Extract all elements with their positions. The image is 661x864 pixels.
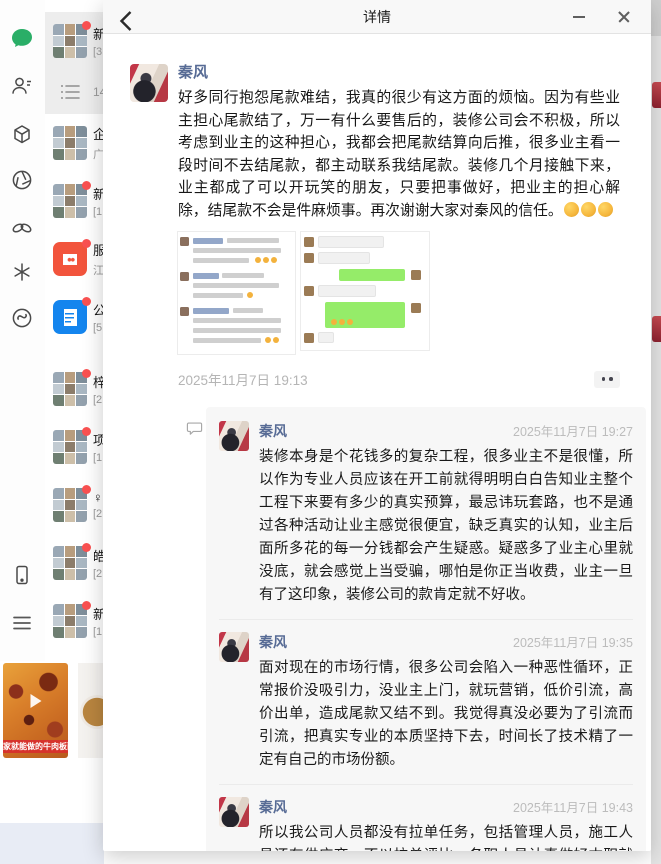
post: 秦风 好多同行抱怨尾款难结，我真的很少有这方面的烦恼。因为有些业主担心尾款结了，… (130, 64, 651, 389)
more-options-button[interactable] (594, 370, 620, 388)
phone-icon[interactable] (10, 563, 34, 587)
moments-aperture-icon[interactable] (10, 168, 34, 192)
background-window-titlebar-sliver (651, 0, 661, 36)
chat-preview: [2 (93, 508, 103, 520)
dialog-header: 详情 (103, 0, 651, 34)
chat-avatar (53, 181, 91, 218)
post-text-content: 好多同行抱怨尾款难结，我真的很少有这方面的烦恼。因为有些业主担心尾款结了，万一有… (178, 90, 620, 219)
chat-avatar (53, 297, 91, 334)
chat-row-texts: ♀ [2 (93, 490, 103, 520)
close-button[interactable] (607, 0, 641, 34)
service-app-icon (53, 242, 87, 276)
video-thumbnail-1[interactable]: 家就能做的牛肉板面 (3, 663, 68, 758)
group-avatar-mosaic (53, 430, 87, 464)
sparkle-icon[interactable] (10, 260, 34, 284)
contacts-icon[interactable] (10, 74, 34, 98)
comment-author-name[interactable]: 秦风 (259, 632, 287, 652)
collections-cube-icon[interactable] (10, 123, 34, 147)
chat-avatar (53, 126, 87, 160)
chat-avatar (53, 543, 91, 580)
post-text: 好多同行抱怨尾款难结，我真的很少有这方面的烦恼。因为有些业主担心尾款结了，万一有… (178, 87, 620, 222)
folded-chats-icon (61, 85, 80, 99)
menu-icon[interactable] (10, 611, 34, 635)
screen: 新 [3 14 企 广 新 [1 服 江 公 [5 梓 [2 项 [1 ♀ [2… (0, 0, 661, 864)
group-avatar-mosaic (53, 184, 87, 218)
comments-section: 秦风 2025年11月7日 19:27 装修本身是个花钱多的复杂工程，很多业主不… (186, 407, 651, 851)
post-meta: 2025年11月7日 19:13 (178, 369, 620, 389)
comment-main: 秦风 2025年11月7日 19:35 面对现在的市场行情，很多公司会陷入一种恶… (259, 632, 633, 772)
comment-author-name[interactable]: 秦风 (259, 421, 287, 441)
chat-avatar (53, 21, 91, 58)
details-dialog: 详情 秦风 好多同行抱怨尾款难结，我真的很少有这方面的烦恼。因为有些业主担心尾款… (103, 0, 651, 851)
comment: 秦风 2025年11月7日 19:27 装修本身是个花钱多的复杂工程，很多业主不… (219, 421, 633, 607)
chat-avatar (53, 427, 91, 464)
post-images (177, 231, 620, 355)
comment-text: 装修本身是个花钱多的复杂工程，很多业主不是很懂，所以作为专业人员应该在开工前就得… (259, 449, 633, 603)
comment-text: 所以我公司人员都没有拉单任务，包括管理人员，施工人员还有供应商，不以拉单评比，各… (259, 825, 633, 851)
mini-programs-icon[interactable] (10, 306, 34, 330)
chat-avatar (53, 239, 91, 276)
comment: 秦风 2025年11月7日 19:43 所以我公司人员都没有拉单任务，包括管理人… (219, 784, 633, 851)
video-feed-window: 家就能做的牛肉板面 (0, 661, 118, 823)
chats-icon[interactable] (10, 26, 34, 50)
comment-author-avatar[interactable] (219, 421, 249, 451)
chat-title: ♀ (93, 490, 103, 505)
post-timestamp: 2025年11月7日 19:13 (178, 373, 308, 388)
group-avatar-mosaic (53, 546, 87, 580)
background-window-sliver (651, 0, 661, 864)
post-image-2[interactable] (300, 231, 430, 351)
chat-avatar (53, 601, 91, 638)
comment-timestamp: 2025年11月7日 19:27 (513, 425, 633, 439)
post-author-name[interactable]: 秦风 (178, 64, 208, 82)
comment-timestamp: 2025年11月7日 19:43 (513, 801, 633, 815)
background-red-image-fragment (652, 82, 661, 108)
video-caption: 家就能做的牛肉板面 (3, 740, 68, 753)
group-avatar-mosaic (53, 488, 87, 522)
background-red-image-fragment (652, 316, 661, 342)
bottom-strip (0, 823, 104, 864)
comment-bubble-icon (186, 422, 203, 435)
post-image-1[interactable] (177, 231, 296, 355)
chat-avatar (53, 485, 91, 522)
group-avatar-mosaic (53, 604, 87, 638)
comment-header: 秦风 2025年11月7日 19:35 (259, 632, 633, 652)
play-icon (30, 694, 41, 708)
chat-avatar (53, 75, 87, 109)
channels-icon[interactable] (10, 216, 34, 240)
comment-text: 面对现在的市场行情，很多公司会陷入一种恶性循环，正常报价没吸引力，没业主上门，就… (259, 660, 633, 768)
comment-main: 秦风 2025年11月7日 19:27 装修本身是个花钱多的复杂工程，很多业主不… (259, 421, 633, 607)
comment-author-avatar[interactable] (219, 632, 249, 662)
minimize-button[interactable] (562, 0, 596, 34)
comment: 秦风 2025年11月7日 19:35 面对现在的市场行情，很多公司会陷入一种恶… (219, 619, 633, 772)
comment-header: 秦风 2025年11月7日 19:43 (259, 797, 633, 817)
comment-timestamp: 2025年11月7日 19:35 (513, 636, 633, 650)
post-main: 秦风 好多同行抱怨尾款难结，我真的很少有这方面的烦恼。因为有些业主担心尾款结了，… (177, 64, 620, 389)
group-avatar-mosaic (53, 372, 87, 406)
chat-avatar (53, 369, 91, 406)
dialog-body: 秦风 好多同行抱怨尾款难结，我真的很少有这方面的烦恼。因为有些业主担心尾款结了，… (103, 34, 651, 851)
comment-header: 秦风 2025年11月7日 19:27 (259, 421, 633, 441)
comment-author-name[interactable]: 秦风 (259, 797, 287, 817)
handshake-emoji-row (563, 201, 614, 219)
group-avatar-mosaic (53, 24, 87, 58)
group-avatar-mosaic (53, 126, 87, 160)
comments-box: 秦风 2025年11月7日 19:27 装修本身是个花钱多的复杂工程，很多业主不… (206, 407, 646, 851)
official-account-app-icon (53, 300, 87, 334)
post-author-avatar[interactable] (130, 64, 168, 102)
comment-author-avatar[interactable] (219, 797, 249, 827)
comment-main: 秦风 2025年11月7日 19:43 所以我公司人员都没有拉单任务，包括管理人… (259, 797, 633, 851)
